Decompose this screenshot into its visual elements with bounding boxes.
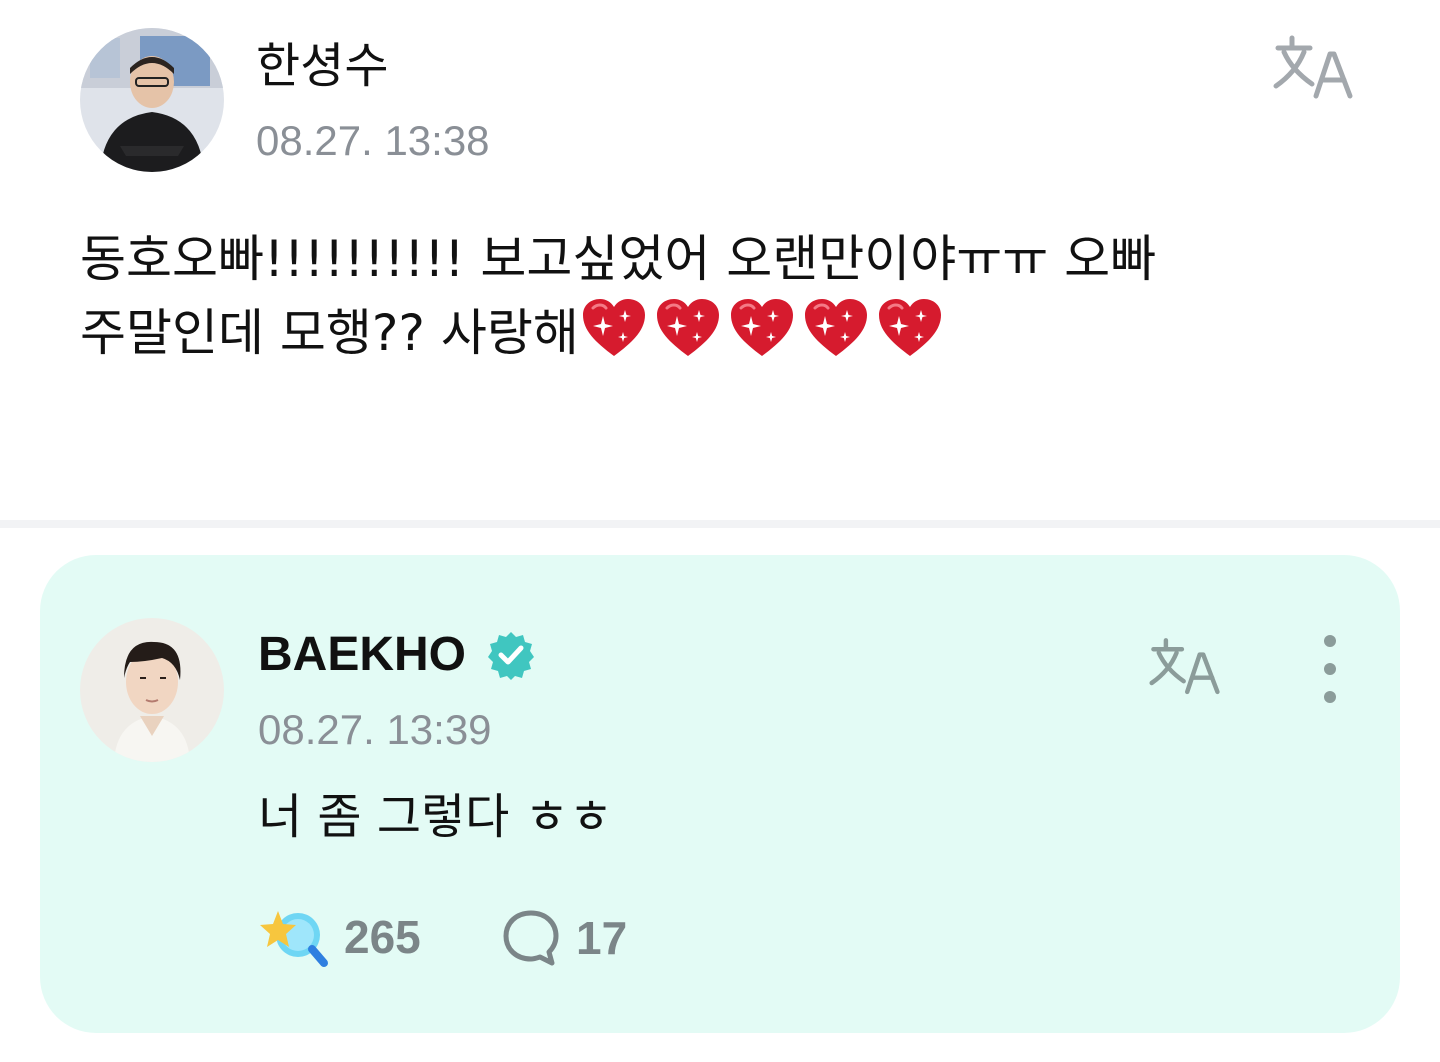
artist-avatar[interactable] bbox=[80, 618, 224, 762]
reply-translate-button[interactable] bbox=[1148, 635, 1230, 699]
like-button[interactable]: 265 bbox=[258, 905, 421, 969]
reply-timestamp: 08.27. 13:39 bbox=[258, 706, 492, 753]
more-options-button[interactable] bbox=[1310, 633, 1350, 705]
comment-button[interactable]: 17 bbox=[500, 907, 627, 969]
like-count: 265 bbox=[344, 911, 421, 963]
post-body-text: 주말인데 모행?? 사랑해 bbox=[80, 304, 579, 362]
post-timestamp: 08.27. 13:38 bbox=[256, 117, 490, 164]
artist-name[interactable]: BAEKHO bbox=[258, 627, 466, 683]
heart-emoji-row bbox=[579, 296, 949, 380]
translate-icon bbox=[1273, 35, 1353, 99]
post-body-line-1: 동호오빠!!!!!!!!!! 보고싶었어 오랜만이야ㅠㅠ 오빠 bbox=[80, 230, 1157, 288]
translate-icon bbox=[1149, 638, 1220, 695]
sparkling-heart-icon bbox=[582, 299, 645, 356]
sparkling-heart-icon bbox=[878, 299, 941, 356]
post-body-line-2: 주말인데 모행?? 사랑해 bbox=[80, 296, 1360, 380]
fan-author-name[interactable]: 한셩수 bbox=[256, 38, 388, 94]
comment-count: 17 bbox=[576, 912, 628, 964]
fan-post: 한셩수 08.27. 13:38 동호오빠!!!!!!!!!! 보고싶었어 오랜… bbox=[0, 0, 1440, 520]
more-vertical-icon bbox=[1324, 635, 1336, 647]
sparkling-heart-icon bbox=[656, 299, 719, 356]
more-dot bbox=[1324, 663, 1336, 675]
more-dot bbox=[1324, 691, 1336, 703]
verified-badge bbox=[486, 630, 536, 684]
artist-reply-card: BAEKHO 08.27. 13:39 너 좀 그렇다 ㅎㅎ 265 17 bbox=[40, 555, 1400, 1033]
post-body: 동호오빠!!!!!!!!!! 보고싶었어 오랜만이야ㅠㅠ 오빠 주말인데 모행?… bbox=[80, 222, 1360, 380]
sparkling-heart-icon bbox=[730, 299, 793, 356]
fan-avatar[interactable] bbox=[80, 28, 224, 172]
section-divider bbox=[0, 520, 1440, 528]
star-wand-icon bbox=[260, 911, 328, 967]
comment-icon bbox=[503, 910, 559, 966]
sparkling-heart-icon bbox=[804, 299, 867, 356]
translate-button[interactable] bbox=[1272, 32, 1364, 104]
verified-check-icon bbox=[488, 632, 534, 680]
reply-body: 너 좀 그렇다 ㅎㅎ bbox=[258, 789, 613, 845]
